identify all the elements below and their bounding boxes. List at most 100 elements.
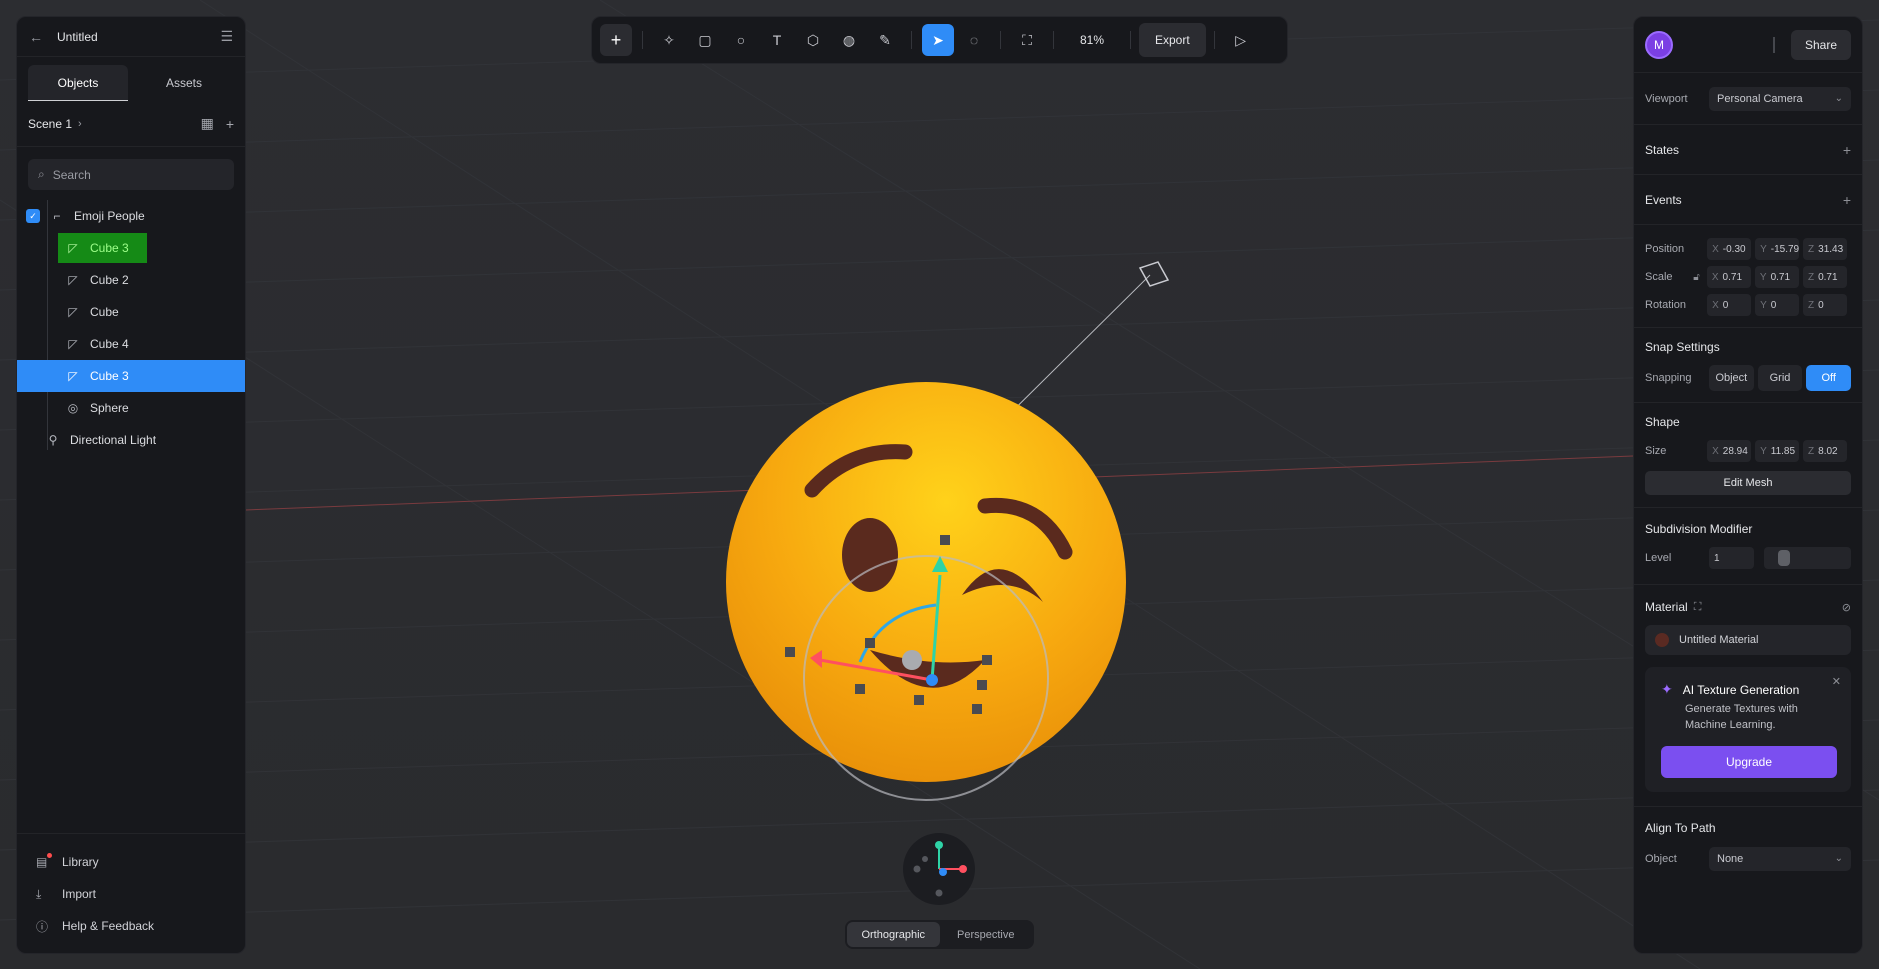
help-link[interactable]: ⓘ Help & Feedback — [17, 910, 245, 942]
scene-canvas[interactable] — [0, 0, 1879, 969]
add-object-button[interactable]: + — [600, 24, 632, 56]
ai-card-description: Generate Textures with Machine Learning. — [1685, 703, 1798, 731]
tab-objects[interactable]: Objects — [28, 65, 128, 101]
lock-icon[interactable]: 🔓︎ — [1693, 272, 1707, 283]
add-scene-icon[interactable]: + — [226, 116, 234, 132]
search-bar: ⌕ — [28, 159, 234, 190]
tree-item-directional-light[interactable]: ⚲ Directional Light — [17, 424, 245, 456]
size-y-field[interactable]: Y 11.85 — [1755, 440, 1800, 462]
size-x-field[interactable]: X 28.94 — [1707, 440, 1752, 462]
snap-object-option[interactable]: Object — [1709, 365, 1754, 391]
align-object-dropdown[interactable]: None ⌄ — [1709, 846, 1851, 871]
add-event-icon[interactable]: + — [1843, 192, 1851, 208]
states-section: States + — [1634, 125, 1862, 175]
drag-highlight[interactable]: ◸ Cube 3 — [58, 233, 147, 263]
ai-generate-icon[interactable]: ✧ — [653, 24, 685, 56]
material-item[interactable]: Untitled Material — [1645, 625, 1851, 655]
upgrade-button[interactable]: Upgrade — [1661, 745, 1837, 778]
search-input[interactable] — [52, 167, 213, 182]
rotation-y-field[interactable]: Y0 — [1755, 294, 1800, 316]
subdivision-section: Subdivision Modifier Level 1 — [1634, 508, 1862, 585]
tree-item-cube-2[interactable]: ◸ Cube 2 — [17, 264, 245, 296]
cube-icon: ◸ — [68, 273, 78, 287]
scale-z-field[interactable]: Z 0.71 — [1802, 266, 1848, 288]
material-settings-icon[interactable]: ⊘ — [1842, 601, 1851, 614]
scene-name[interactable]: Scene 1 — [28, 117, 72, 131]
viewport-dropdown[interactable]: Personal Camera ⌄ — [1709, 86, 1851, 111]
document-header: ← Untitled ☰ — [17, 17, 245, 57]
perspective-option[interactable]: Perspective — [940, 922, 1033, 947]
emoji-sphere[interactable] — [726, 382, 1126, 782]
position-z-field[interactable]: Z 31.43 — [1803, 238, 1848, 260]
tree-item-cube-3[interactable]: ◸ Cube 3 — [17, 232, 245, 264]
rectangle-tool-icon[interactable]: ▢ — [689, 24, 721, 56]
library-link[interactable]: ▤ Library — [17, 846, 245, 878]
align-title: Align To Path — [1645, 820, 1716, 835]
rotation-row: Rotation X0 Y0 Z0 — [1645, 291, 1851, 319]
add-state-icon[interactable]: + — [1843, 142, 1851, 158]
position-x-field[interactable]: X -0.30 — [1707, 238, 1752, 260]
avatar[interactable]: M — [1645, 30, 1673, 59]
cube-tool-icon[interactable]: ⬡ — [797, 24, 829, 56]
ai-texture-card: ✕ ✦ AI Texture Generation Generate Textur… — [1645, 667, 1851, 792]
expand-icon[interactable]: ⛶ — [1694, 601, 1702, 614]
tree-item-cube-4[interactable]: ◸ Cube 4 — [17, 328, 245, 360]
tree-item-emoji-people[interactable]: ✓ ⌐ Emoji People — [17, 200, 245, 232]
snap-off-option[interactable]: Off — [1806, 365, 1852, 391]
level-field[interactable]: 1 — [1709, 547, 1754, 569]
3d-viewport[interactable] — [0, 0, 1879, 969]
tab-assets[interactable]: Assets — [134, 65, 234, 101]
object-tree: ✓ ⌐ Emoji People ◸ Cube 3 ◸ Cube 2 ◸ Cub… — [17, 200, 245, 456]
toolbar-divider — [1130, 31, 1131, 49]
level-slider[interactable] — [1764, 547, 1851, 569]
scale-y-field[interactable]: Y 0.71 — [1754, 266, 1799, 288]
pen-tool-icon[interactable]: ✎ — [869, 24, 901, 56]
left-panel: ← Untitled ☰ Objects Assets Scene 1 › ▦ … — [16, 16, 246, 954]
scale-x-field[interactable]: X 0.71 — [1706, 266, 1751, 288]
document-title[interactable]: Untitled — [57, 30, 220, 44]
gizmo-origin[interactable] — [902, 650, 922, 670]
select-tool-icon[interactable]: ➤ — [922, 24, 954, 56]
orthographic-option[interactable]: Orthographic — [847, 922, 940, 947]
cube-icon: ◸ — [68, 337, 78, 351]
play-icon[interactable]: ▷ — [1225, 24, 1257, 56]
sphere-tool-icon[interactable]: ◍ — [833, 24, 865, 56]
tree-item-cube-3-selected[interactable]: ◸ Cube 3 — [17, 360, 245, 392]
projection-toggle: Orthographic Perspective — [845, 920, 1034, 949]
rotation-x-field[interactable]: X0 — [1707, 294, 1752, 316]
slider-knob[interactable] — [1778, 550, 1790, 566]
chevron-right-icon[interactable]: › — [78, 118, 82, 130]
comment-tool-icon[interactable]: ◌ — [958, 24, 990, 56]
align-to-path-section: Align To Path Object None ⌄ — [1634, 807, 1862, 873]
chevron-down-icon: ⌄ — [1834, 93, 1843, 104]
viewport-label: Viewport — [1645, 92, 1688, 105]
orientation-gizmo[interactable] — [903, 833, 975, 905]
subdivision-title: Subdivision Modifier — [1645, 522, 1753, 536]
close-icon[interactable]: ✕ — [1832, 675, 1841, 688]
import-link[interactable]: ⤓ Import — [17, 878, 245, 910]
text-tool-icon[interactable]: T — [761, 24, 793, 56]
snap-grid-option[interactable]: Grid — [1757, 365, 1803, 391]
size-z-field[interactable]: Z 8.02 — [1803, 440, 1848, 462]
hamburger-menu-icon[interactable]: ☰ — [220, 28, 233, 45]
light-gizmo-icon[interactable] — [1138, 261, 1170, 287]
position-y-field[interactable]: Y -15.79 — [1755, 238, 1800, 260]
edit-mesh-button[interactable]: Edit Mesh — [1645, 471, 1851, 495]
back-arrow-icon[interactable]: ← — [29, 29, 49, 45]
tree-item-cube[interactable]: ◸ Cube — [17, 296, 245, 328]
grid-view-icon[interactable]: ▦ — [201, 115, 214, 132]
events-title: Events — [1645, 192, 1682, 207]
gizmo-center[interactable] — [926, 674, 938, 686]
rotation-z-field[interactable]: Z0 — [1803, 294, 1848, 316]
toolbar-divider — [1000, 31, 1001, 49]
checkbox-icon[interactable]: ✓ — [26, 209, 40, 223]
toolbar-divider — [642, 31, 643, 49]
share-button[interactable]: Share — [1790, 29, 1851, 60]
search-icon: ⌕ — [38, 167, 45, 181]
zoom-level[interactable]: 81% — [1062, 33, 1122, 47]
ellipse-tool-icon[interactable]: ○ — [725, 24, 757, 56]
left-eye[interactable] — [842, 518, 898, 592]
export-button[interactable]: Export — [1139, 23, 1206, 57]
tree-item-sphere[interactable]: ◎ Sphere — [17, 392, 245, 424]
frame-tool-icon[interactable]: ⛶ — [1011, 24, 1043, 56]
